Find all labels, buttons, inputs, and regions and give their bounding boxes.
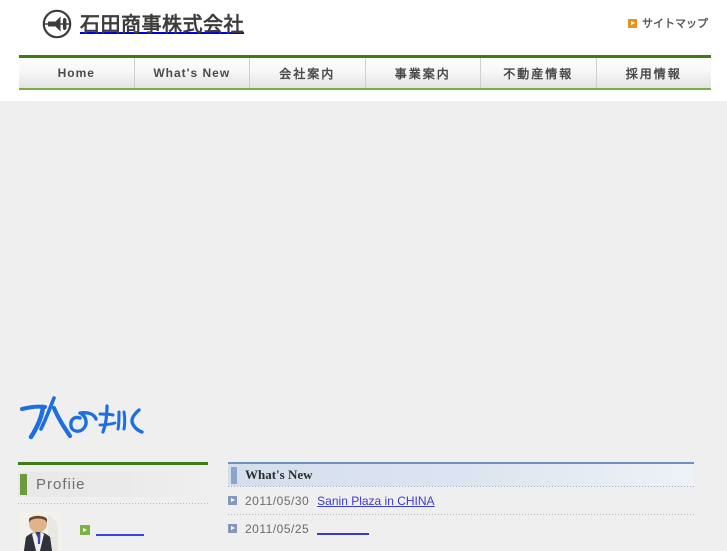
hero-banner-area [0, 101, 727, 383]
profile-body [18, 511, 208, 551]
header-top-row: 石田商事株式会社 サイトマップ [0, 0, 727, 50]
nav-item-whats-new[interactable]: What's New [135, 58, 250, 88]
profile-more-link[interactable] [96, 525, 144, 536]
sitemap-link[interactable]: サイトマップ [628, 15, 708, 31]
profile-photo [18, 511, 62, 551]
global-navigation: Home What's New 会社案内 事業案内 不動産情報 採用情報 [19, 55, 711, 90]
calligraphy-image [18, 392, 148, 444]
blue-arrow-icon [228, 524, 237, 533]
profile-accent-bar [20, 474, 27, 495]
nav-item-company-info[interactable]: 会社案内 [250, 58, 366, 88]
sitemap-label: サイトマップ [642, 17, 708, 30]
news-link[interactable] [317, 522, 370, 535]
nav-item-realestate-info[interactable]: 不動産情報 [481, 58, 597, 88]
lower-content: Profiie What's New 2011/05/30 Sanin Plaz… [0, 462, 727, 551]
news-accent-bar [231, 466, 237, 484]
news-date: 2011/05/30 [245, 493, 310, 508]
news-header: What's New [228, 464, 694, 486]
nav-item-business-info[interactable]: 事業案内 [366, 58, 481, 88]
nav-item-home[interactable]: Home [19, 58, 135, 88]
news-date: 2011/05/25 [245, 521, 310, 536]
company-name: 石田商事株式会社 [80, 12, 244, 36]
news-title: What's New [245, 467, 313, 482]
nav-item-recruit-info[interactable]: 採用情報 [597, 58, 712, 88]
site-header: 石田商事株式会社 サイトマップ Home What's New 会社案内 事業案… [0, 0, 727, 101]
blue-arrow-icon [228, 496, 237, 505]
profile-link-group [80, 511, 144, 536]
profile-divider [18, 503, 208, 504]
news-link[interactable]: Sanin Plaza in CHINA [317, 494, 452, 508]
profile-panel: Profiie [18, 462, 208, 551]
megaphone-circle-logo-icon [42, 9, 72, 39]
news-panel: What's New 2011/05/30 Sanin Plaza in CHI… [228, 462, 694, 542]
news-row: 2011/05/30 Sanin Plaza in CHINA [228, 487, 694, 514]
news-row: 2011/05/25 [228, 515, 694, 542]
orange-arrow-icon [628, 18, 637, 28]
profile-header: Profiie [18, 472, 208, 497]
profile-title: Profiie [36, 476, 86, 493]
profile-top-rule [18, 462, 208, 465]
green-arrow-icon [80, 525, 90, 535]
site-logo[interactable]: 石田商事株式会社 [42, 9, 244, 39]
